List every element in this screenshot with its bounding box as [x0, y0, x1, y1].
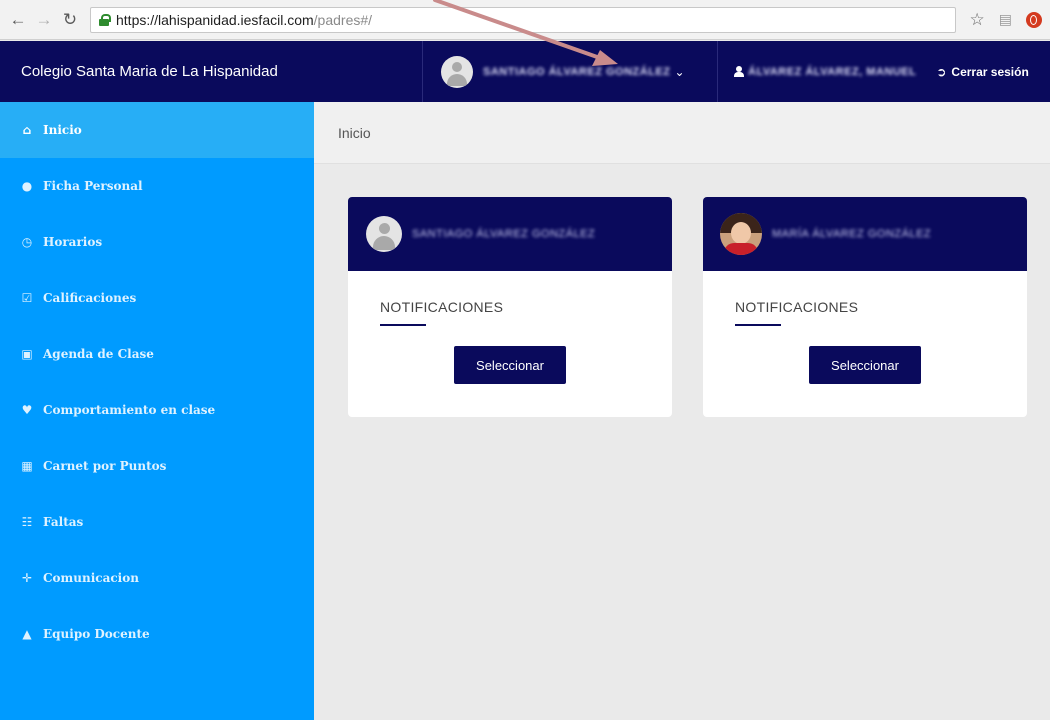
heart-icon: ♥ [21, 403, 33, 417]
user-icon [734, 66, 744, 77]
clock-icon: ◷ [21, 235, 33, 249]
sidebar-item-comunicacion[interactable]: ✛ Comunicacion [0, 550, 314, 606]
reload-icon[interactable]: ↻ [60, 10, 80, 30]
breadcrumb-current: Inicio [338, 124, 371, 141]
opera-icon[interactable] [1026, 11, 1042, 28]
notifications-heading: NOTIFICACIONES [735, 299, 859, 315]
logout-button[interactable]: ➲ Cerrar sesión [936, 65, 1028, 79]
sidebar-item-label: Comportamiento en clase [43, 403, 216, 417]
url-host: https://lahispanidad.iesfacil.com [116, 11, 314, 28]
sidebar-item-label: Carnet por Puntos [43, 459, 167, 473]
sidebar-item-label: Inicio [43, 123, 82, 137]
check-square-icon: ☑ [21, 291, 33, 305]
sidebar-item-equipo-docente[interactable]: ▲ Equipo Docente [0, 606, 314, 662]
bar-chart-icon: ▦ [21, 459, 33, 473]
notifications-heading: NOTIFICACIONES [380, 299, 504, 315]
bookmark-star-icon[interactable]: ☆ [970, 10, 985, 30]
address-bar[interactable]: https://lahispanidad.iesfacil.com/padres… [90, 6, 956, 33]
avatar-icon [441, 55, 473, 88]
avatar [720, 213, 762, 255]
selected-student-name: SANTIAGO ÁLVAREZ GONZÁLEZ [483, 65, 671, 78]
sidebar: ⌂ Inicio ● Ficha Personal ◷ Horarios ☑ C… [0, 102, 314, 720]
sidebar-item-agenda-de-clase[interactable]: ▣ Agenda de Clase [0, 326, 314, 382]
back-icon[interactable]: ← [8, 10, 28, 30]
pin-icon: ✛ [21, 571, 33, 585]
sidebar-item-label: Comunicacion [43, 571, 139, 585]
heading-underline [380, 324, 426, 326]
student-name: MARÍA ÁLVAREZ GONZÁLEZ [772, 228, 932, 240]
extension-icon[interactable]: ▤ [999, 11, 1012, 28]
avatar [366, 216, 402, 252]
breadcrumb: Inicio [314, 102, 1050, 164]
sidebar-item-label: Calificaciones [43, 291, 137, 305]
user-name: ÁLVAREZ ÁLVAREZ, MANUEL [748, 65, 917, 78]
heading-underline [735, 324, 781, 326]
sidebar-item-faltas[interactable]: ☷ Faltas [0, 494, 314, 550]
briefcase-icon: ▣ [21, 347, 33, 361]
url-path: /padres#/ [313, 11, 373, 28]
student-card: SANTIAGO ÁLVAREZ GONZÁLEZ NOTIFICACIONES… [348, 197, 672, 417]
sidebar-item-label: Faltas [43, 515, 84, 529]
calendar-icon: ☷ [21, 515, 33, 529]
graduation-cap-icon: ▲ [22, 627, 32, 641]
student-selector[interactable]: SANTIAGO ÁLVAREZ GONZÁLEZ ⌄ [422, 41, 718, 102]
student-card-header: SANTIAGO ÁLVAREZ GONZÁLEZ [348, 197, 672, 271]
user-icon: ● [21, 179, 33, 193]
select-student-button[interactable]: Seleccionar [454, 346, 566, 384]
sidebar-item-label: Equipo Docente [43, 627, 150, 641]
browser-toolbar: ← → ↻ https://lahispanidad.iesfacil.com /… [0, 0, 1050, 40]
forward-icon[interactable]: → [34, 10, 54, 30]
sign-out-icon: ➲ [936, 64, 947, 79]
sidebar-item-horarios[interactable]: ◷ Horarios [0, 214, 314, 270]
select-student-button[interactable]: Seleccionar [809, 346, 921, 384]
sidebar-item-label: Ficha Personal [43, 179, 143, 193]
chevron-down-icon: ⌄ [674, 64, 685, 79]
sidebar-item-inicio[interactable]: ⌂ Inicio [0, 102, 314, 158]
school-name: Colegio Santa Maria de La Hispanidad [21, 63, 278, 80]
sidebar-item-label: Horarios [43, 235, 103, 249]
sidebar-item-calificaciones[interactable]: ☑ Calificaciones [0, 270, 314, 326]
user-info: ÁLVAREZ ÁLVAREZ, MANUEL [718, 66, 916, 78]
student-card-header: MARÍA ÁLVAREZ GONZÁLEZ [703, 197, 1027, 271]
sidebar-item-label: Agenda de Clase [43, 347, 154, 361]
student-card: MARÍA ÁLVAREZ GONZÁLEZ NOTIFICACIONES Se… [703, 197, 1027, 417]
sidebar-item-comportamiento[interactable]: ♥ Comportamiento en clase [0, 382, 314, 438]
sidebar-item-carnet-por-puntos[interactable]: ▦ Carnet por Puntos [0, 438, 314, 494]
home-icon: ⌂ [22, 123, 32, 137]
sidebar-item-ficha-personal[interactable]: ● Ficha Personal [0, 158, 314, 214]
app-header: Colegio Santa Maria de La Hispanidad SAN… [0, 41, 1050, 102]
lock-icon [99, 13, 111, 26]
student-name: SANTIAGO ÁLVAREZ GONZÁLEZ [412, 228, 596, 240]
logout-label: Cerrar sesión [951, 64, 1029, 79]
